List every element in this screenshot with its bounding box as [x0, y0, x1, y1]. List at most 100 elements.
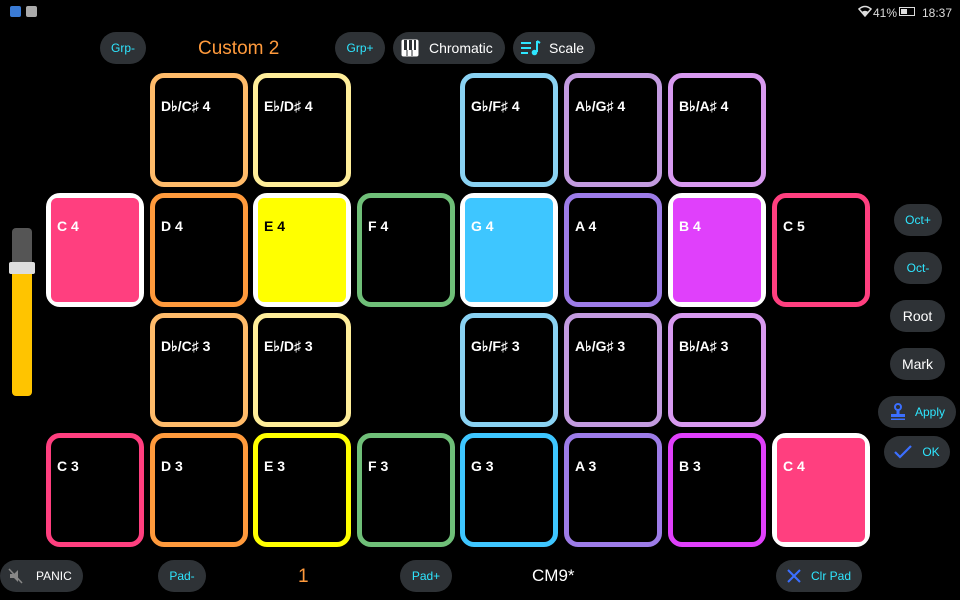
notification-icon	[26, 6, 37, 17]
pad-minus-button[interactable]: Pad-	[158, 560, 206, 592]
pad-c5[interactable]: C 5	[772, 193, 870, 307]
check-icon	[894, 445, 913, 459]
pad-a4[interactable]: A 4	[564, 193, 662, 307]
stamp-icon	[889, 403, 907, 421]
pad-label: E♭/D♯ 3	[264, 338, 313, 354]
pad-e4[interactable]: E 4	[253, 193, 351, 307]
scale-label: Scale	[549, 40, 585, 56]
pad-minus-label: Pad-	[169, 569, 195, 583]
pad-label: A♭/G♯ 3	[575, 338, 626, 354]
clr-pad-button[interactable]: Clr Pad	[776, 560, 862, 592]
panic-button[interactable]: PANIC	[0, 560, 83, 592]
status-bar: 41% 18:37	[0, 0, 960, 24]
oct-minus-label: Oct-	[906, 261, 930, 275]
pad-eflat4[interactable]: E♭/D♯ 4	[253, 73, 351, 187]
volume-thumb[interactable]	[9, 262, 35, 274]
pad-label: B 3	[679, 458, 701, 474]
pad-bflat3[interactable]: B♭/A♯ 3	[668, 313, 766, 427]
pad-label: D 3	[161, 458, 183, 474]
pad-label: G 4	[471, 218, 494, 234]
pad-label: B 4	[679, 218, 701, 234]
pad-label: B♭/A♯ 3	[679, 338, 729, 354]
pad-fill	[51, 198, 139, 302]
pad-label: C 4	[783, 458, 805, 474]
grp-minus-label: Grp-	[111, 41, 135, 55]
battery-icon	[899, 7, 915, 16]
pad-bflat4[interactable]: B♭/A♯ 4	[668, 73, 766, 187]
oct-plus-button[interactable]: Oct+	[894, 204, 942, 236]
pad-fill	[777, 438, 865, 542]
status-time: 18:37	[922, 6, 953, 20]
pad-c4[interactable]: C 4	[46, 193, 144, 307]
pad-aflat3[interactable]: A♭/G♯ 3	[564, 313, 662, 427]
app-notification-icon	[10, 6, 21, 17]
pad-label: A♭/G♯ 4	[575, 98, 626, 114]
pad-b3[interactable]: B 3	[668, 433, 766, 547]
pad-label: C 3	[57, 458, 79, 474]
pad-g3[interactable]: G 3	[460, 433, 558, 547]
pad-label: A 3	[575, 458, 597, 474]
oct-plus-label: Oct+	[905, 213, 931, 227]
pad-eflat3[interactable]: E♭/D♯ 3	[253, 313, 351, 427]
pad-dflat3[interactable]: D♭/C♯ 3	[150, 313, 248, 427]
piano-icon	[401, 39, 419, 57]
chromatic-button[interactable]: Chromatic	[393, 32, 505, 64]
pad-d3[interactable]: D 3	[150, 433, 248, 547]
mute-icon	[8, 568, 24, 584]
ok-label: OK	[922, 445, 940, 459]
pad-label: D♭/C♯ 3	[161, 338, 211, 354]
volume-slider[interactable]	[9, 228, 35, 396]
grp-plus-button[interactable]: Grp+	[335, 32, 385, 64]
pad-dflat4[interactable]: D♭/C♯ 4	[150, 73, 248, 187]
pad-label: D 4	[161, 218, 183, 234]
pad-plus-label: Pad+	[411, 569, 441, 583]
pad-aflat4[interactable]: A♭/G♯ 4	[564, 73, 662, 187]
pad-label: G♭/F♯ 4	[471, 98, 520, 114]
pad-f3[interactable]: F 3	[357, 433, 455, 547]
mark-label: Mark	[901, 356, 934, 372]
grp-minus-button[interactable]: Grp-	[100, 32, 146, 64]
mark-button[interactable]: Mark	[890, 348, 945, 380]
oct-minus-button[interactable]: Oct-	[894, 252, 942, 284]
pad-label: B♭/A♯ 4	[679, 98, 729, 114]
pad-e3[interactable]: E 3	[253, 433, 351, 547]
pad-label: G♭/F♯ 3	[471, 338, 520, 354]
apply-button[interactable]: Apply	[878, 396, 956, 428]
close-icon	[787, 569, 801, 583]
pad-plus-button[interactable]: Pad+	[400, 560, 452, 592]
pad-gflat3[interactable]: G♭/F♯ 3	[460, 313, 558, 427]
pad-fill	[673, 198, 761, 302]
wifi-icon	[857, 5, 873, 20]
pad-a3[interactable]: A 3	[564, 433, 662, 547]
pad-label: F 4	[368, 218, 389, 234]
chord-name: CM9*	[532, 566, 575, 585]
pad-fill	[465, 198, 553, 302]
pad-c4-low[interactable]: C 4	[772, 433, 870, 547]
pad-label: E 4	[264, 218, 286, 234]
chromatic-label: Chromatic	[429, 40, 493, 56]
panic-label: PANIC	[36, 569, 72, 583]
apply-label: Apply	[914, 405, 946, 419]
battery-percent: 41%	[873, 6, 898, 20]
pad-label: C 5	[783, 218, 805, 234]
pad-label: C 4	[57, 218, 79, 234]
pad-g4[interactable]: G 4	[460, 193, 558, 307]
pad-number: 1	[298, 566, 309, 587]
pad-label: G 3	[471, 458, 494, 474]
ok-button[interactable]: OK	[884, 436, 950, 468]
grp-plus-label: Grp+	[346, 41, 374, 55]
pad-label: F 3	[368, 458, 389, 474]
scale-icon	[521, 40, 541, 56]
pad-f4[interactable]: F 4	[357, 193, 455, 307]
root-label: Root	[902, 308, 933, 324]
pad-label: D♭/C♯ 4	[161, 98, 211, 114]
pad-gflat4[interactable]: G♭/F♯ 4	[460, 73, 558, 187]
pad-b4[interactable]: B 4	[668, 193, 766, 307]
pad-fill	[258, 198, 346, 302]
pad-label: E 3	[264, 458, 286, 474]
pad-label: A 4	[575, 218, 597, 234]
pad-d4[interactable]: D 4	[150, 193, 248, 307]
pad-c3[interactable]: C 3	[46, 433, 144, 547]
scale-button[interactable]: Scale	[513, 32, 595, 64]
root-button[interactable]: Root	[890, 300, 945, 332]
